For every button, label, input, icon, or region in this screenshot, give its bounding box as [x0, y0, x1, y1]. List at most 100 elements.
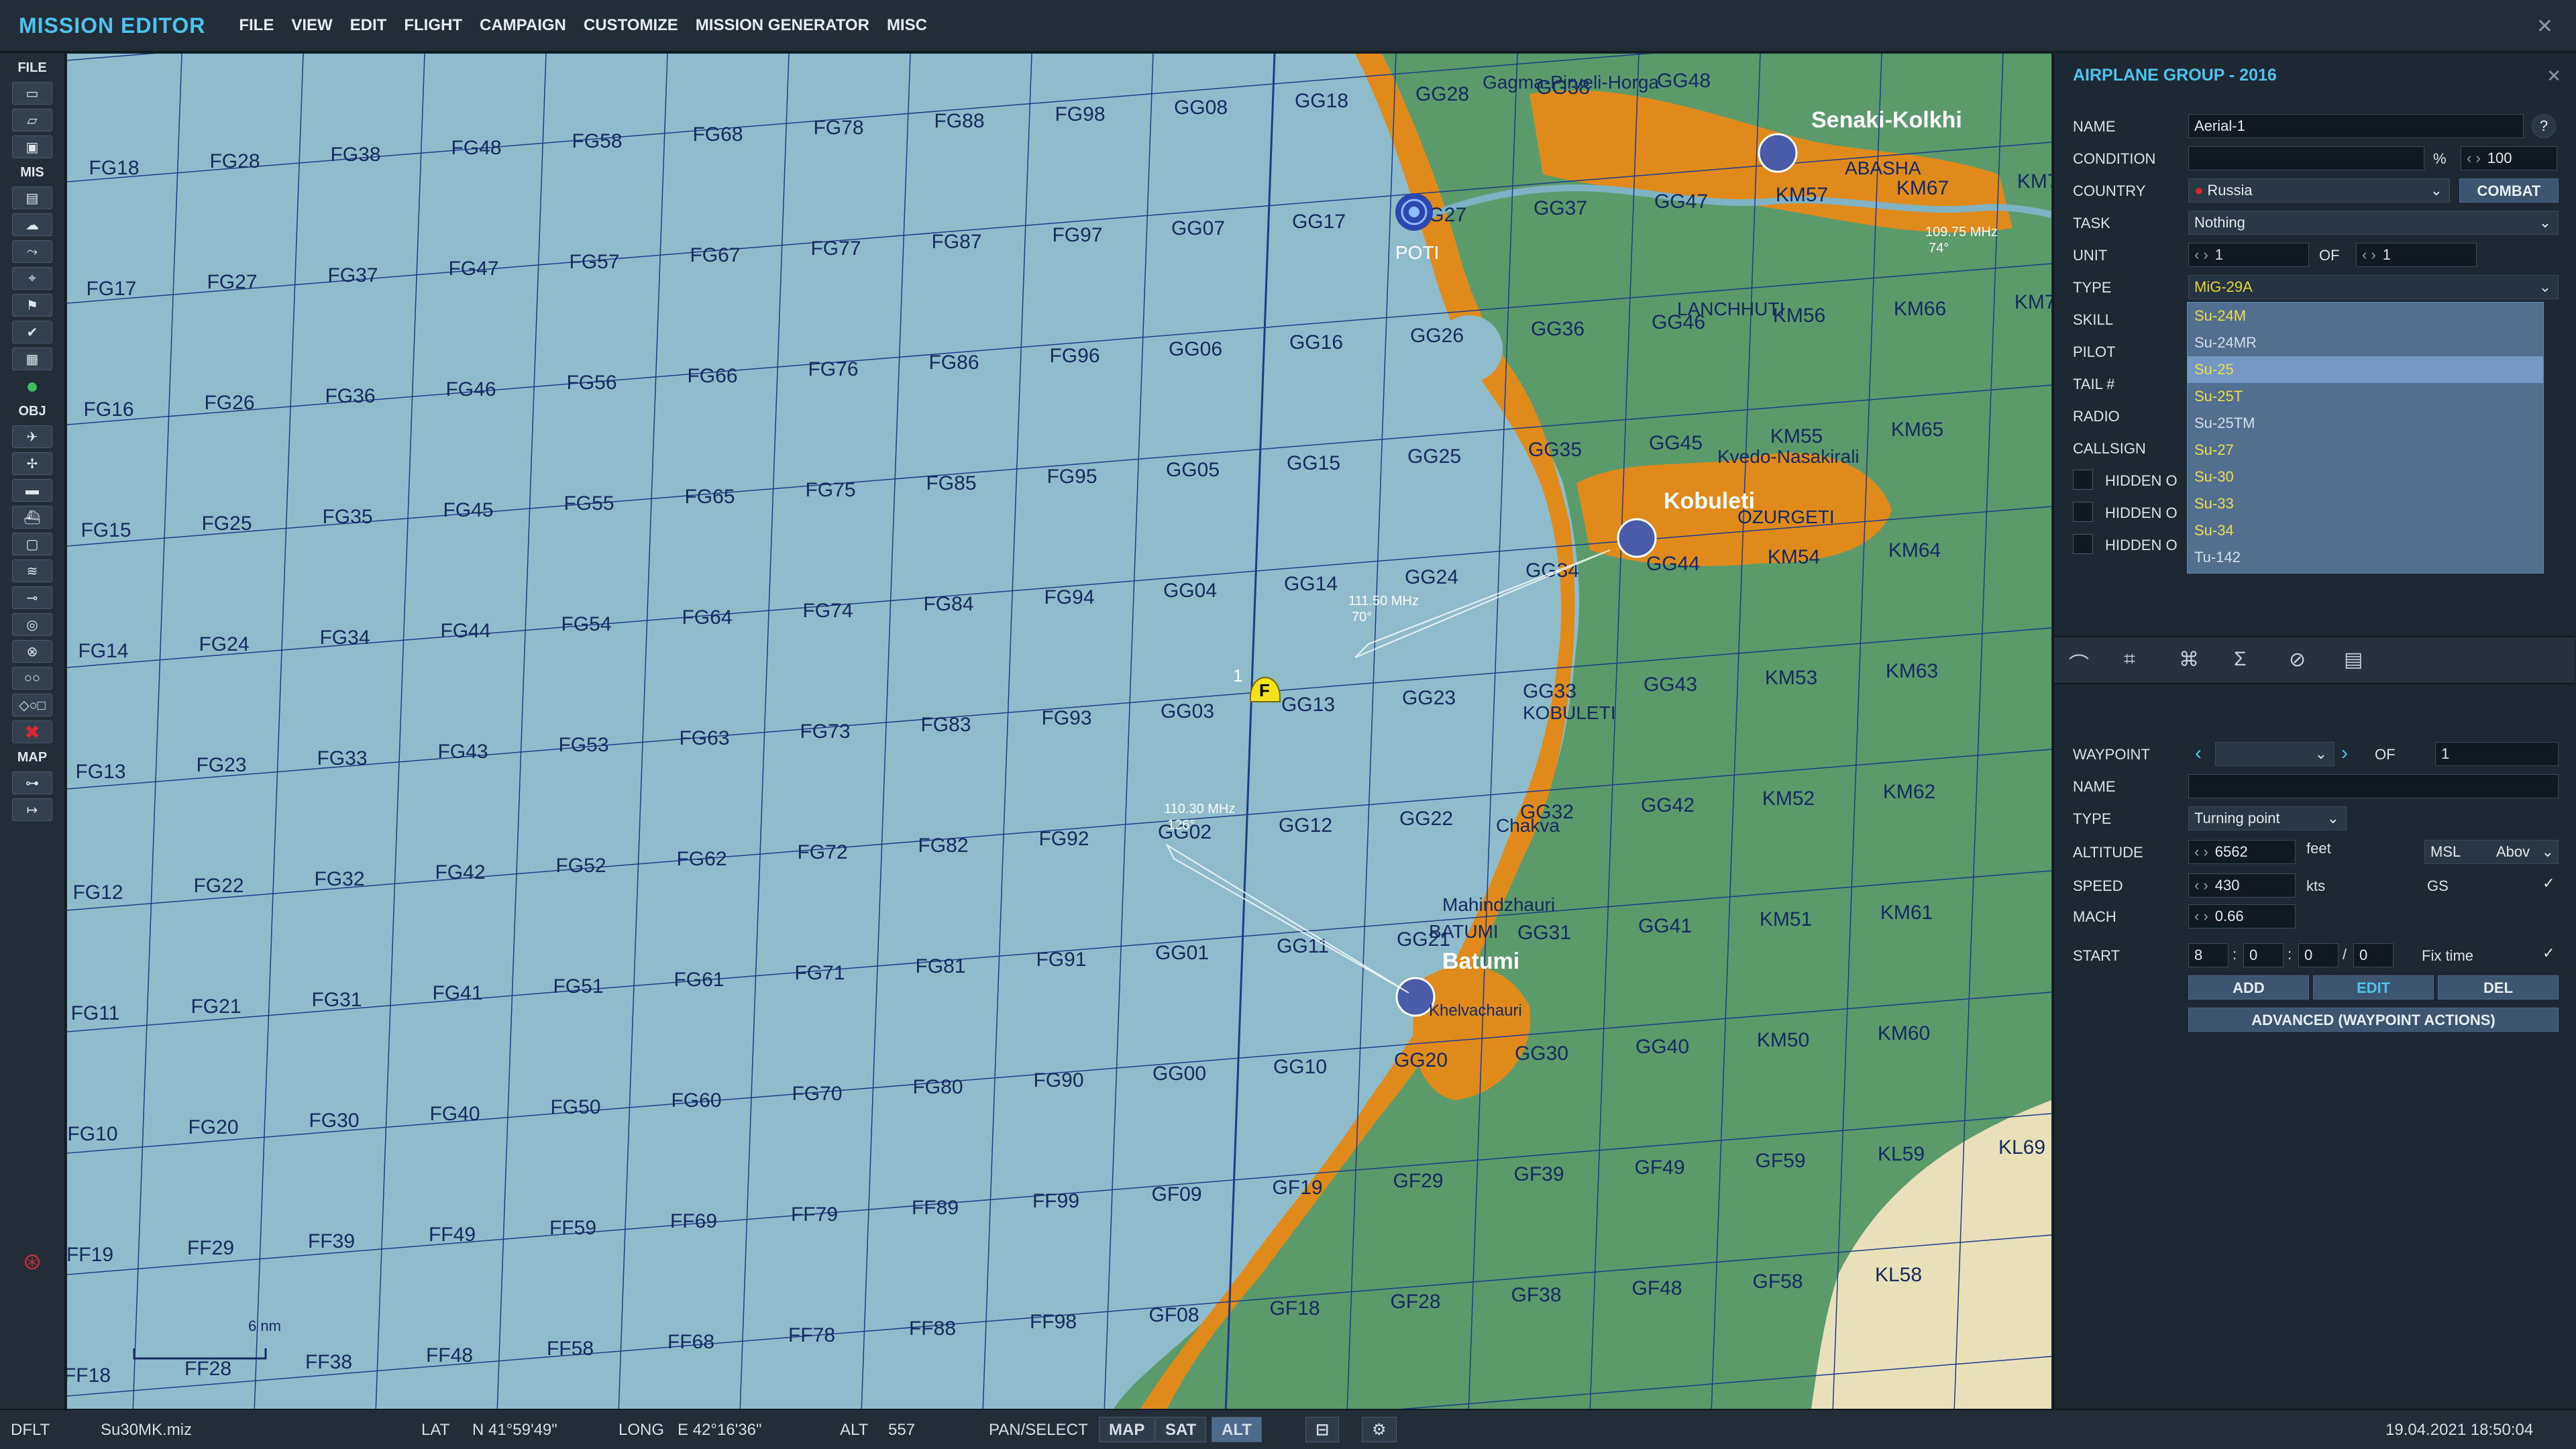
fix-time-checkbox[interactable]: ✓ — [2542, 945, 2555, 962]
helicopter-icon[interactable]: ✢ — [12, 452, 52, 475]
hidden-checkbox-1[interactable] — [2073, 470, 2093, 490]
map-mode-button[interactable]: MAP — [1099, 1417, 1155, 1442]
mission-briefing-icon[interactable]: ▤ — [12, 186, 52, 209]
pan-select-label[interactable]: PAN/SELECT — [989, 1421, 1088, 1440]
check-icon[interactable]: ✔ — [12, 321, 52, 343]
start-sec-field[interactable]: 0 — [2353, 943, 2394, 967]
beacon-poti[interactable] — [1395, 193, 1433, 231]
advanced-waypoint-actions-button[interactable]: ADVANCED (WAYPOINT ACTIONS) — [2188, 1008, 2559, 1032]
wp-next-icon[interactable]: › — [2341, 742, 2348, 765]
menu-mission-generator[interactable]: MISSION GENERATOR — [696, 16, 869, 35]
unit-field[interactable]: ‹ › 1 — [2188, 243, 2309, 267]
start-min-field[interactable]: 0 — [2298, 943, 2339, 967]
route-icon[interactable]: ⤳ — [12, 240, 52, 263]
add-waypoint-button[interactable]: ADD — [2188, 975, 2309, 1000]
navpoint-icon[interactable]: ⊸ — [12, 586, 52, 609]
menu-campaign[interactable]: CAMPAIGN — [480, 16, 566, 35]
type-option[interactable]: Su-24M — [2188, 303, 2543, 329]
type-option[interactable]: Su-33 — [2188, 490, 2543, 517]
gs-checkbox[interactable]: ✓ — [2542, 875, 2555, 892]
hidden-checkbox-2[interactable] — [2073, 502, 2093, 522]
ground-unit-icon[interactable]: ▬ — [12, 479, 52, 502]
unit-of-field[interactable]: ‹ › 1 — [2356, 243, 2477, 267]
failures-tab-icon[interactable]: ⊘ — [2289, 648, 2306, 672]
measure-icon[interactable]: ↦ — [12, 798, 52, 821]
mach-field[interactable]: ‹ › 0.66 — [2188, 904, 2296, 928]
delete-icon[interactable]: ✖ — [12, 720, 52, 743]
menu-file[interactable]: FILE — [239, 16, 274, 35]
flag-icon[interactable]: ⚑ — [12, 294, 52, 317]
gagma-label: Gagma-Pirveli-Horga — [1483, 72, 1659, 93]
target-icon[interactable]: ⊗ — [12, 640, 52, 663]
type-dropdown-list[interactable]: Su-24M Su-24MR Su-25 Su-25T Su-25TM Su-2… — [2187, 302, 2544, 574]
sat-mode-button[interactable]: SAT — [1155, 1417, 1207, 1442]
resources-icon[interactable]: ▦ — [12, 347, 52, 370]
start-hour-field[interactable]: 0 — [2243, 943, 2284, 967]
type-option[interactable]: Su-34 — [2188, 517, 2543, 544]
grid-cell-label: KM52 — [1762, 788, 1815, 810]
menu-edit[interactable]: EDIT — [350, 16, 387, 35]
ship-icon[interactable]: ⛴ — [12, 506, 52, 529]
menu-customize[interactable]: CUSTOMIZE — [584, 16, 678, 35]
map-view[interactable]: FG18 FG28 FG38 FG48 FG58 FG68 FG78 FG88 FG98 GG08… — [67, 54, 2051, 1409]
edit-waypoint-button[interactable]: EDIT — [2313, 975, 2434, 1000]
combat-button[interactable]: COMBAT — [2459, 178, 2559, 203]
menu-view[interactable]: VIEW — [291, 16, 332, 35]
mode-select[interactable]: DFLT — [11, 1421, 50, 1440]
condition-slider[interactable] — [2188, 146, 2424, 170]
summary-tab-icon[interactable]: Σ — [2234, 648, 2247, 671]
condition-field[interactable]: ‹ › 100 — [2461, 146, 2557, 170]
menu-misc[interactable]: MISC — [887, 16, 927, 35]
aircraft-tab-icon[interactable]: ⌘ — [2179, 648, 2199, 672]
alt-mode-button[interactable]: ALT — [1212, 1417, 1262, 1442]
close-app-icon[interactable]: ✕ — [2536, 15, 2553, 38]
wp-prev-icon[interactable]: ‹ — [2195, 742, 2202, 765]
airplane-icon[interactable]: ✈ — [12, 425, 52, 448]
payload-tab-icon[interactable]: ⌗ — [2124, 648, 2135, 671]
wp-name-field[interactable] — [2188, 774, 2559, 798]
name-field[interactable]: Aerial-1 — [2188, 114, 2524, 138]
open-file-icon[interactable]: ▱ — [12, 109, 52, 131]
help-button[interactable]: ? — [2532, 114, 2556, 138]
waypoint-select[interactable]: ⌄ — [2215, 742, 2334, 766]
panel-close-icon[interactable]: ✕ — [2546, 66, 2561, 87]
map-canvas[interactable]: FG18 FG28 FG38 FG48 FG58 FG68 FG78 FG88 FG98 GG08… — [67, 54, 2051, 1409]
app-title: MISSION EDITOR — [19, 13, 206, 38]
type-option[interactable]: Tu-142 — [2188, 544, 2543, 571]
group-icon[interactable]: ○○ — [12, 667, 52, 690]
task-select[interactable]: Nothing ⌄ — [2188, 211, 2559, 235]
settings-tab-icon[interactable]: ▤ — [2344, 648, 2363, 672]
wp-total-field[interactable]: 1 — [2435, 742, 2559, 766]
grid-cell-label: FG17 — [86, 278, 136, 300]
static-object-icon[interactable]: ▢ — [12, 533, 52, 555]
zone-icon[interactable]: ◎ — [12, 613, 52, 636]
type-option[interactable]: Su-25T — [2188, 383, 2543, 410]
altitude-ref-select[interactable]: MSL Abov ⌄ — [2424, 840, 2559, 864]
up-arrow-icon[interactable]: ● — [12, 374, 52, 398]
wp-type-select[interactable]: Turning point ⌄ — [2188, 806, 2347, 830]
type-option[interactable]: Su-27 — [2188, 437, 2543, 464]
type-select[interactable]: MiG-29A ⌄ — [2188, 275, 2559, 299]
map-options-icon[interactable]: ⚙ — [1362, 1417, 1397, 1442]
country-select[interactable]: ● Russia ⌄ — [2188, 178, 2450, 203]
ruler-icon[interactable]: ⊶ — [12, 771, 52, 794]
route-tab-icon[interactable]: ⌒ — [2069, 648, 2089, 678]
type-option[interactable]: Su-25TM — [2188, 410, 2543, 437]
new-file-icon[interactable]: ▭ — [12, 82, 52, 105]
template-icon[interactable]: ≋ — [12, 559, 52, 582]
weather-icon[interactable]: ☁ — [12, 213, 52, 236]
type-option-selected[interactable]: Su-25 — [2188, 356, 2543, 383]
shapes-icon[interactable]: ◇○□ — [12, 694, 52, 716]
altitude-field[interactable]: ‹ › 6562 — [2188, 840, 2296, 864]
record-icon[interactable]: ⊛ — [12, 1249, 52, 1275]
hidden-checkbox-3[interactable] — [2073, 534, 2093, 554]
speed-field[interactable]: ‹ › 430 — [2188, 873, 2296, 898]
trigger-zone-icon[interactable]: ⌖ — [12, 267, 52, 290]
start-day-field[interactable]: 8 — [2188, 943, 2229, 967]
save-file-icon[interactable]: ▣ — [12, 136, 52, 158]
unit-filter-icon[interactable]: ⊟ — [1305, 1417, 1340, 1442]
type-option[interactable]: Su-30 — [2188, 464, 2543, 490]
delete-waypoint-button[interactable]: DEL — [2438, 975, 2559, 1000]
menu-flight[interactable]: FLIGHT — [404, 16, 462, 35]
type-option[interactable]: Su-24MR — [2188, 329, 2543, 356]
